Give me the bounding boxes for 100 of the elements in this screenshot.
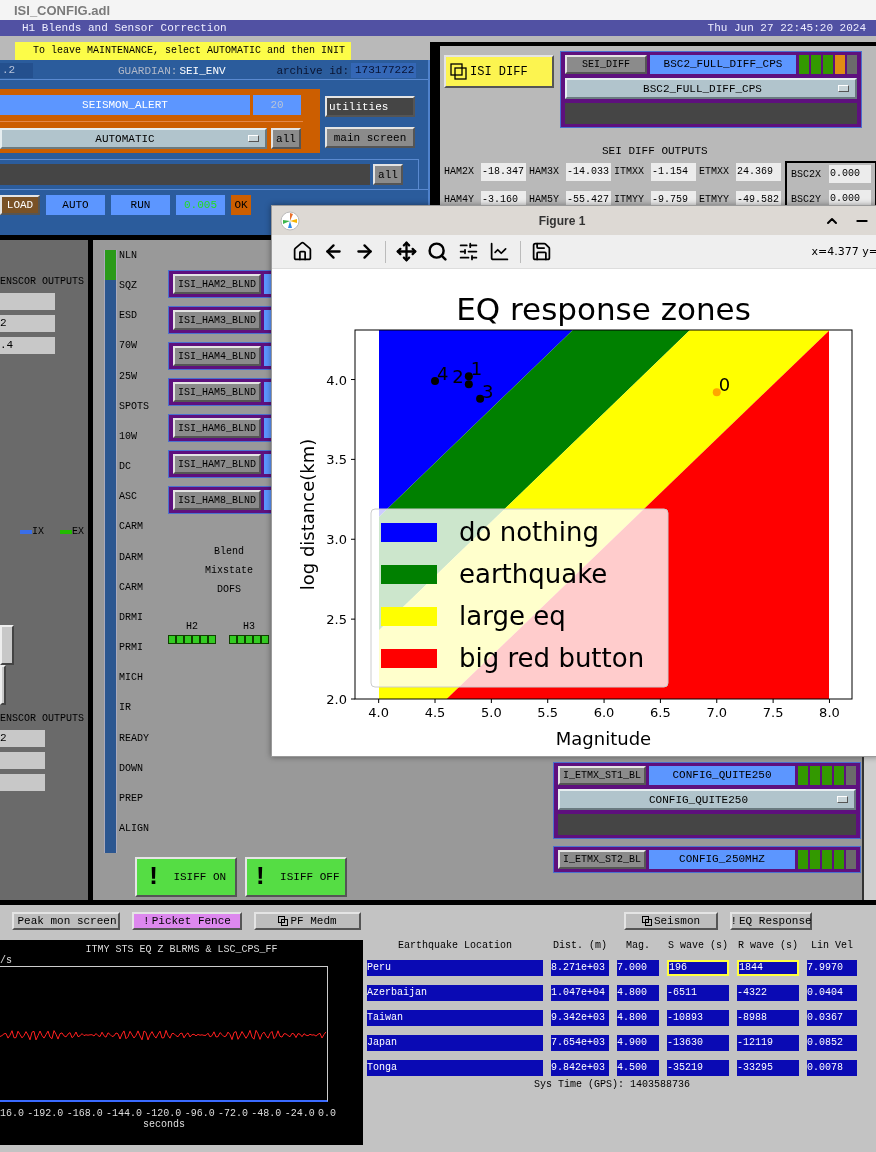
point-label: 1 <box>470 358 483 380</box>
node-button[interactable]: ISI_HAM6_BLND <box>173 418 261 438</box>
status-readout: 0.005 <box>176 195 225 215</box>
table-cell: -12119 <box>737 1035 799 1051</box>
home-icon[interactable] <box>292 241 313 263</box>
section-title: ENSCOR OUTPUTS <box>0 276 85 287</box>
node-button[interactable]: ISI_HAM5_BLND <box>173 382 261 402</box>
chart-title: ITMY STS EQ Z BLRMS & LSC_CPS_FF <box>84 944 279 955</box>
archive-label: archive id: <box>276 64 349 77</box>
tick-label: 3.5 <box>326 452 347 468</box>
all-button[interactable]: all <box>271 128 301 149</box>
all-button[interactable]: all <box>373 164 403 185</box>
cut-off-button[interactable] <box>0 665 6 705</box>
node-button[interactable]: I_ETMX_ST1_BL <box>558 766 646 785</box>
readout-field <box>0 752 45 769</box>
save-icon[interactable] <box>531 241 552 263</box>
state-label: CARM <box>118 581 143 593</box>
isi-diff-button[interactable]: ISI DIFF <box>444 55 554 88</box>
marker-label: EX <box>72 526 85 537</box>
pinwheel-logo-icon <box>280 210 300 231</box>
isiff-button[interactable]: ! ISIFF ON <box>135 857 237 897</box>
window-title: Figure 1 <box>537 213 587 228</box>
table-cell: 4.800 <box>617 1010 659 1026</box>
date-time: Thu Jun 27 22:45:20 2024 <box>707 22 866 34</box>
column-header: S wave (s) <box>667 940 729 951</box>
node-button[interactable]: ISI_HAM4_BLND <box>173 346 261 366</box>
state-label: DRMI <box>118 611 143 623</box>
tick-label: -48.0 <box>251 1108 282 1119</box>
line-chart-icon[interactable] <box>489 241 510 263</box>
table-cell: -33295 <box>737 1060 799 1076</box>
screen-button[interactable]: Peak mon screen <box>12 912 120 930</box>
load-button[interactable]: LOAD <box>0 195 40 215</box>
state-label: ESD <box>118 310 137 322</box>
tick-label: 8.0 <box>819 705 840 720</box>
table-cell: 4.800 <box>617 985 659 1001</box>
point-label: 0 <box>718 374 731 396</box>
state-label: DARM <box>118 551 143 563</box>
readout-field <box>0 293 55 310</box>
tick-label: -168.0 <box>66 1108 103 1119</box>
table-cell: -13630 <box>667 1035 729 1051</box>
unit-label: /s <box>0 955 13 966</box>
request-dropdown[interactable]: BSC2_FULL_DIFF_CPS <box>565 78 857 99</box>
table-cell: 0.0404 <box>807 985 857 1001</box>
cut-off-button[interactable] <box>0 625 14 665</box>
tick-label: 5.0 <box>481 705 502 720</box>
screen-title: H1 Blends and Sensor Correction <box>22 22 227 34</box>
node-button[interactable]: I_ETMX_ST2_BL <box>558 850 646 869</box>
table-cell: -35219 <box>667 1060 729 1076</box>
table-cell: 9.842e+03 <box>551 1060 609 1076</box>
tick-label: 6.5 <box>650 705 671 720</box>
link-button[interactable]: utilities <box>325 96 415 117</box>
output-label: ITMYY <box>614 194 645 205</box>
screen-button[interactable]: ! Picket Fence <box>132 912 242 930</box>
node-button[interactable]: ISI_HAM2_BLND <box>173 274 261 294</box>
node-button[interactable]: ISI_HAM8_BLND <box>173 490 261 510</box>
node-button[interactable]: ISI_HAM7_BLND <box>173 454 261 474</box>
axis-label: log distance(km) <box>297 438 318 591</box>
mode-dropdown[interactable]: AUTOMATIC <box>0 128 267 149</box>
output-value: 0.000 <box>829 165 871 183</box>
output-value: -14.033 <box>566 162 611 181</box>
point-label: 3 <box>482 380 494 402</box>
node-button[interactable]: ISI_HAM3_BLND <box>173 310 261 330</box>
tick-label: 4.5 <box>424 705 446 720</box>
column-header: R wave (s) <box>737 940 799 951</box>
column-header: Mag. <box>625 940 651 951</box>
overlapping-squares-icon <box>641 916 652 926</box>
tick-label: -144.0 <box>106 1108 142 1119</box>
dropdown-icon <box>837 796 848 803</box>
state-label: PREP <box>118 792 143 804</box>
overlapping-squares-icon <box>278 916 289 926</box>
isiff-button[interactable]: ! ISIFF OFF <box>245 857 347 897</box>
search-icon[interactable] <box>427 241 448 263</box>
state-label: 10W <box>118 430 137 442</box>
screen-button[interactable]: PF Medm <box>254 912 361 930</box>
tick-label: 0.0 <box>317 1108 336 1119</box>
tick-label: -120.0 <box>145 1108 182 1119</box>
point-label: 4 <box>437 363 449 385</box>
legend-label: earthquake <box>459 559 608 589</box>
sliders-icon[interactable] <box>458 241 479 263</box>
state-label: IR <box>118 702 131 714</box>
legend-label: do nothing <box>459 517 599 547</box>
node-button[interactable]: SEI_DIFF <box>565 55 647 74</box>
request-dropdown[interactable]: CONFIG_QUITE250 <box>558 789 856 810</box>
readout-field: 2 <box>0 315 55 332</box>
link-button[interactable]: main screen <box>325 127 415 148</box>
table-cell: 8.271e+03 <box>551 960 609 976</box>
output-label: BSC2X <box>791 168 822 180</box>
state-label: NLN <box>118 250 137 261</box>
readout-field <box>0 774 45 791</box>
state-label: DC <box>118 461 131 473</box>
state-label: ALIGN <box>118 822 149 834</box>
table-cell: 1844 <box>737 960 799 976</box>
table-cell: 7.654e+03 <box>551 1035 609 1051</box>
state-readout: BSC2_FULL_DIFF_CPS <box>650 55 796 74</box>
table-cell: -10893 <box>667 1010 729 1026</box>
output-value: -1.154 <box>651 162 696 181</box>
table-cell: -8988 <box>737 1010 799 1026</box>
screen-button[interactable]: Seismon <box>624 912 718 930</box>
move-arrows-icon[interactable] <box>396 241 417 263</box>
dropdown-icon <box>838 85 849 92</box>
